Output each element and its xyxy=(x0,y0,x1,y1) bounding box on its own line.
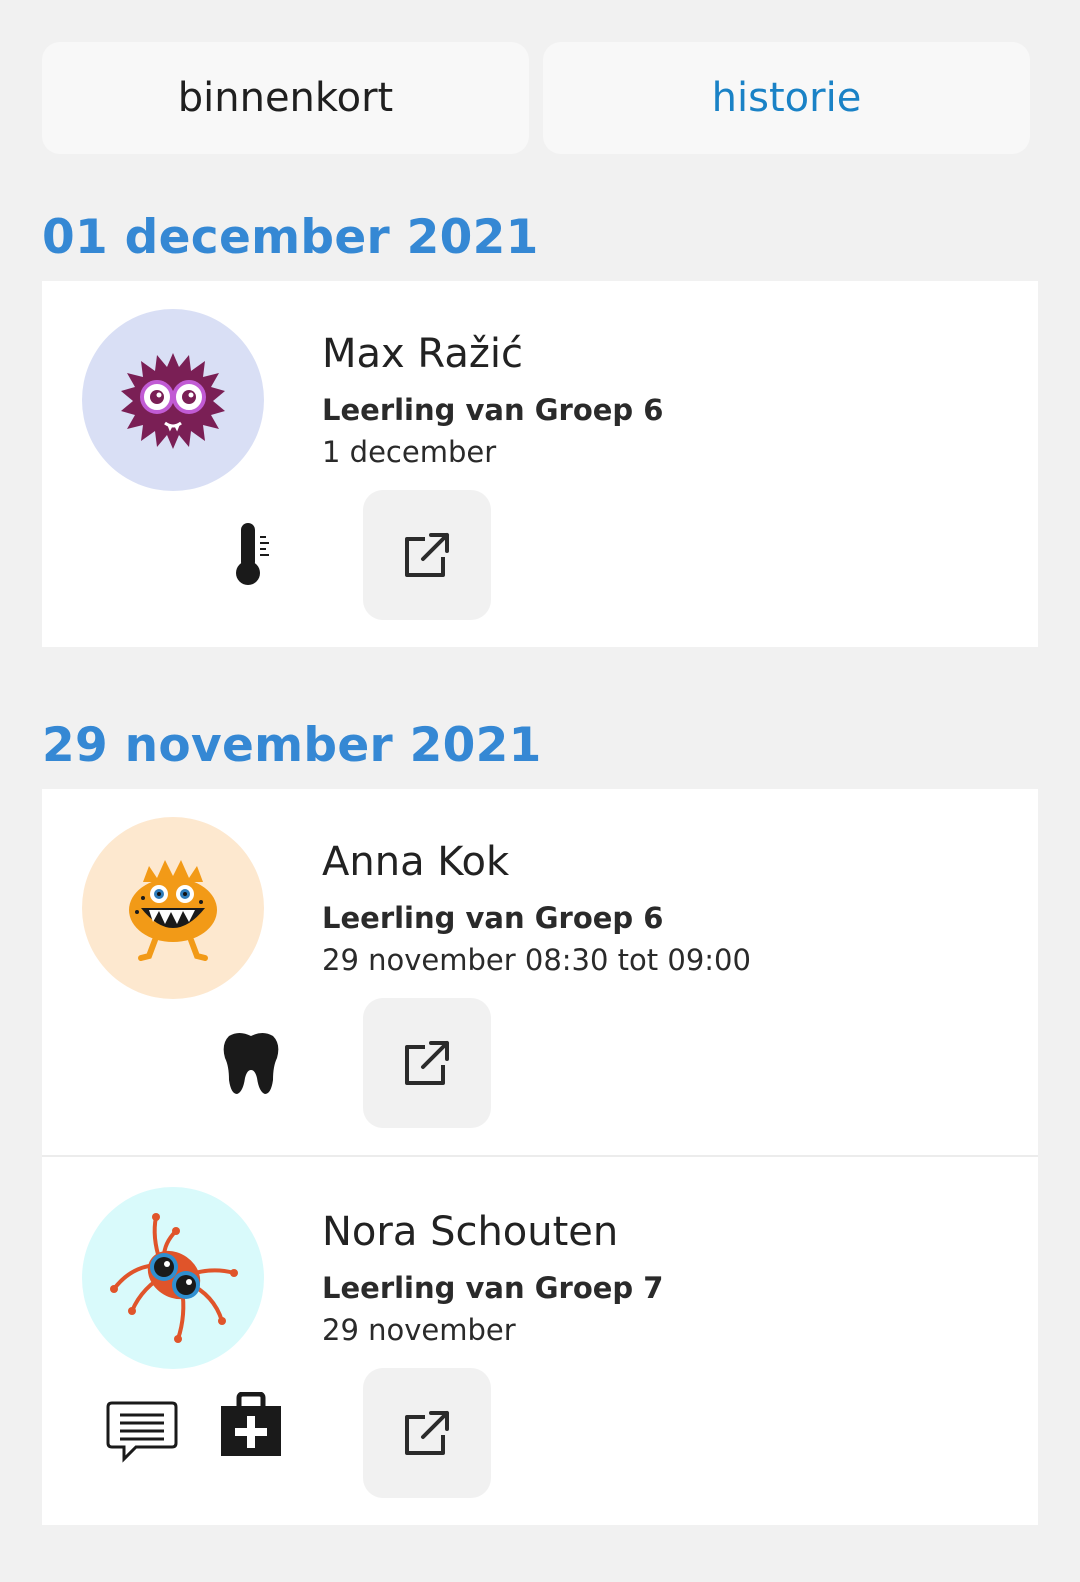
list-item: Max Ražić Leerling van Groep 6 1 decembe… xyxy=(42,281,1038,647)
student-group: Leerling van Groep 7 xyxy=(322,1271,664,1305)
absence-card: Anna Kok Leerling van Groep 6 29 novembe… xyxy=(42,789,1038,1525)
avatar xyxy=(82,1187,264,1369)
orange-monster-icon xyxy=(129,860,217,961)
tab-history[interactable]: historie xyxy=(543,42,1030,154)
tab-upcoming-label: binnenkort xyxy=(177,75,394,121)
avatar xyxy=(82,817,264,999)
student-name: Max Ražić xyxy=(322,331,523,377)
orange-virus-monster-icon xyxy=(110,1213,238,1343)
list-item: Nora Schouten Leerling van Groep 7 29 no… xyxy=(42,1159,1038,1525)
student-group: Leerling van Groep 6 xyxy=(322,901,664,935)
date-heading: 29 november 2021 xyxy=(42,718,542,773)
medical-bag-icon xyxy=(218,1391,284,1459)
absence-period: 29 november xyxy=(322,1313,516,1347)
external-link-icon xyxy=(405,1041,449,1085)
date-heading: 01 december 2021 xyxy=(42,210,539,265)
tab-history-label: historie xyxy=(711,75,862,121)
absence-card: Max Ražić Leerling van Groep 6 1 decembe… xyxy=(42,281,1038,647)
open-details-button[interactable] xyxy=(363,1368,491,1498)
absence-period: 1 december xyxy=(322,435,497,469)
open-details-button[interactable] xyxy=(363,490,491,620)
student-name: Anna Kok xyxy=(322,839,510,885)
absence-period: 29 november 08:30 tot 09:00 xyxy=(322,943,751,977)
external-link-icon xyxy=(405,1411,449,1455)
open-details-button[interactable] xyxy=(363,998,491,1128)
external-link-icon xyxy=(405,533,449,577)
tooth-icon xyxy=(218,1029,284,1097)
view-tabs: binnenkort historie xyxy=(42,42,1038,154)
student-name: Nora Schouten xyxy=(322,1209,619,1255)
list-item: Anna Kok Leerling van Groep 6 29 novembe… xyxy=(42,789,1038,1155)
purple-monster-icon xyxy=(121,353,225,449)
comment-icon xyxy=(106,1399,178,1465)
thermometer-icon xyxy=(228,521,278,587)
tab-upcoming[interactable]: binnenkort xyxy=(42,42,529,154)
divider xyxy=(42,1155,1038,1157)
student-group: Leerling van Groep 6 xyxy=(322,393,664,427)
avatar xyxy=(82,309,264,491)
